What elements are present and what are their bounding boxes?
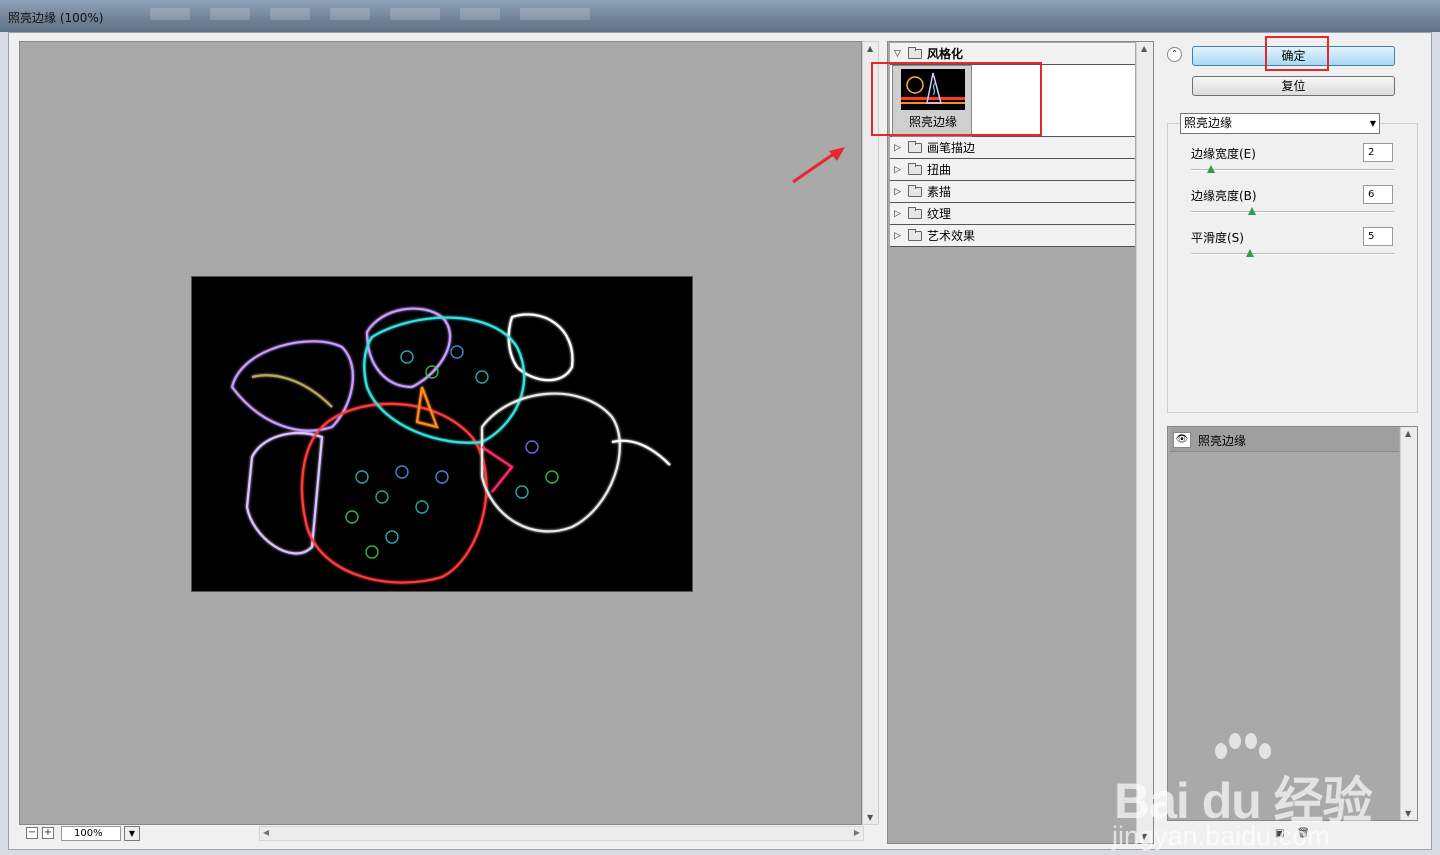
category-label: 艺术效果 (927, 229, 976, 243)
preview-footer: − + 100% ▼ ◀ ▶ (19, 825, 879, 843)
category-label: 素描 (927, 185, 952, 199)
dropdown-arrow-icon: ▼ (1369, 119, 1376, 128)
blurred-menu (150, 8, 190, 20)
slider-knob[interactable] (1248, 207, 1256, 215)
blurred-menu (330, 8, 370, 20)
folder-open-icon (908, 46, 922, 59)
slider-track[interactable] (1191, 253, 1394, 255)
category-sketch[interactable]: ▷ 素描 (890, 181, 1135, 203)
filter-dialog: ▲ ▼ − + 100% ▼ ◀ ▶ ▽ 风格化 照亮边缘 ▷ 画笔描边 ▷ 扭… (8, 32, 1432, 851)
zoom-dropdown-icon[interactable]: ▼ (124, 826, 140, 841)
trash-icon[interactable]: 🗑 (1297, 828, 1310, 840)
category-label: 扭曲 (927, 163, 952, 177)
zoom-in-button[interactable]: + (42, 827, 54, 839)
category-texture[interactable]: ▷ 纹理 (890, 203, 1135, 225)
filter-select-value: 照亮边缘 (1184, 116, 1233, 130)
collapsed-triangle-icon: ▷ (894, 142, 901, 153)
zoom-level-field[interactable]: 100% (61, 826, 121, 841)
category-label: 风格化 (927, 47, 964, 61)
category-artistic[interactable]: ▷ 艺术效果 (890, 225, 1135, 247)
blurred-menu (390, 8, 440, 20)
param-label: 平滑度(S) (1191, 231, 1244, 245)
layers-scrollbar[interactable]: ▲ ▼ (1400, 427, 1417, 820)
param-label: 边缘亮度(B) (1191, 189, 1257, 203)
param-value-input[interactable]: 6 (1363, 185, 1393, 204)
effect-layers-panel: 👁 照亮边缘 ▲ ▼ (1167, 426, 1418, 821)
preview-area[interactable] (19, 41, 862, 825)
collapse-gallery-icon[interactable]: ⌃ (1167, 47, 1182, 62)
blurred-menu (270, 8, 310, 20)
eye-visibility-icon[interactable]: 👁 (1173, 432, 1191, 448)
param-edge-brightness: 边缘亮度(B) 6 (1191, 185, 1396, 225)
param-smoothness: 平滑度(S) 5 (1191, 227, 1396, 267)
ok-button[interactable]: 确定 (1192, 46, 1395, 66)
expanded-triangle-icon: ▽ (894, 48, 901, 59)
folder-icon (908, 162, 922, 175)
folder-icon (908, 184, 922, 197)
slider-track[interactable] (1191, 211, 1394, 213)
glowing-strawberries-image (230, 307, 671, 584)
slider-knob[interactable] (1246, 249, 1254, 257)
collapsed-triangle-icon: ▷ (894, 186, 901, 197)
param-edge-width: 边缘宽度(E) 2 (1191, 143, 1396, 183)
window-title: 照亮边缘 (100%) (8, 11, 104, 25)
collapsed-triangle-icon: ▷ (894, 230, 901, 241)
effect-layer[interactable]: 👁 照亮边缘 (1170, 428, 1399, 452)
category-distort[interactable]: ▷ 扭曲 (890, 159, 1135, 181)
slider-knob[interactable] (1207, 165, 1215, 173)
blurred-menu (460, 8, 500, 20)
category-label: 纹理 (927, 207, 952, 221)
category-stylize[interactable]: ▽ 风格化 (890, 43, 1135, 65)
blurred-menu (210, 8, 250, 20)
param-value-input[interactable]: 5 (1363, 227, 1393, 246)
gallery-scrollbar[interactable]: ▲ ▼ (1136, 42, 1153, 843)
reset-button[interactable]: 复位 (1192, 76, 1395, 96)
folder-icon (908, 228, 922, 241)
thumbnail-label: 照亮边缘 (908, 115, 957, 129)
collapsed-triangle-icon: ▷ (894, 164, 901, 175)
effect-layer-label: 照亮边缘 (1198, 434, 1247, 448)
category-brush-strokes[interactable]: ▷ 画笔描边 (890, 137, 1135, 159)
collapsed-triangle-icon: ▷ (894, 208, 901, 219)
thumbnail-image (901, 69, 965, 110)
preview-horizontal-scrollbar[interactable]: ◀ ▶ (259, 826, 864, 841)
filter-select[interactable]: 照亮边缘 ▼ (1180, 113, 1380, 134)
blurred-menu (520, 8, 590, 20)
new-layer-icon[interactable]: ▣ (1275, 828, 1287, 840)
param-label: 边缘宽度(E) (1191, 147, 1256, 161)
filter-thumbnail-glowing-edges[interactable]: 照亮边缘 (892, 65, 972, 137)
preview-image (191, 276, 693, 592)
filter-thumbnails: 照亮边缘 (890, 65, 1135, 137)
category-label: 画笔描边 (927, 141, 976, 155)
zoom-out-button[interactable]: − (26, 827, 38, 839)
folder-icon (908, 140, 922, 153)
slider-track[interactable] (1191, 169, 1394, 171)
param-value-input[interactable]: 2 (1363, 143, 1393, 162)
title-bar: 照亮边缘 (100%) (0, 0, 1440, 32)
filter-gallery: ▽ 风格化 照亮边缘 ▷ 画笔描边 ▷ 扭曲 ▷ 素描 ▷ 纹理 ▷ 艺术效果 … (887, 41, 1154, 844)
preview-vertical-scrollbar[interactable]: ▲ ▼ (862, 41, 879, 825)
folder-icon (908, 206, 922, 219)
